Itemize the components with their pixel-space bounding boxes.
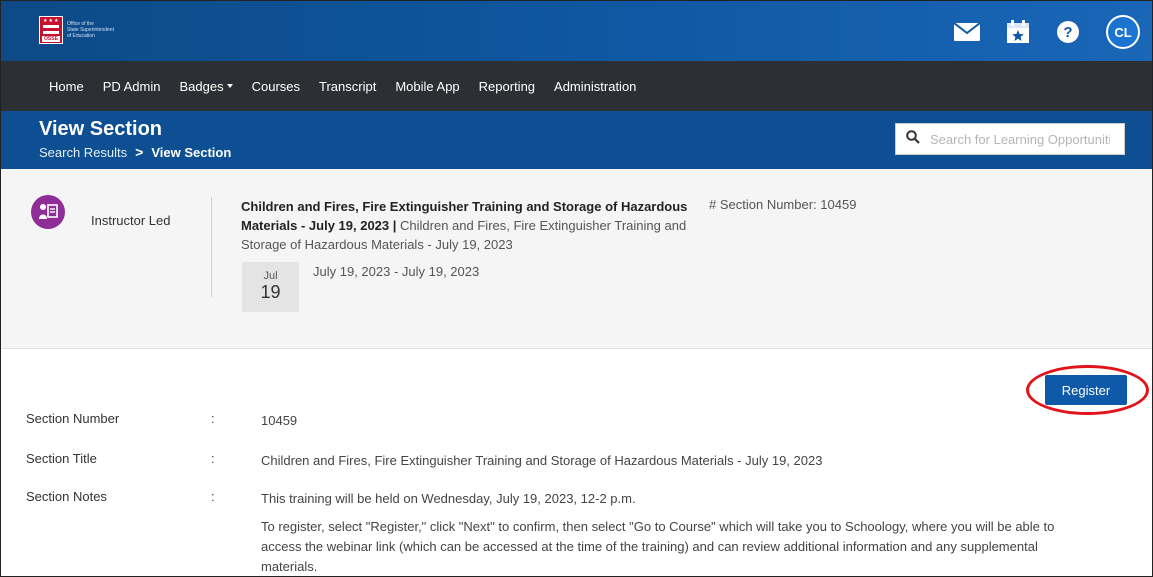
date-day: 19	[260, 282, 281, 302]
detail-value: Children and Fires, Fire Extinguisher Tr…	[261, 453, 823, 468]
detail-row-section-title: Section Title : Children and Fires, Fire…	[26, 451, 1136, 489]
detail-label: Section Notes	[26, 489, 107, 504]
title-separator: |	[389, 218, 401, 233]
detail-colon: :	[211, 411, 215, 426]
page-title: View Section	[39, 118, 163, 140]
section-summary: Instructor Led Children and Fires, Fire …	[1, 169, 1152, 349]
detail-colon: :	[211, 489, 215, 504]
notes-paragraph: This training will be held on Wednesday,…	[261, 491, 636, 506]
nav-item-administration[interactable]: Administration	[554, 79, 636, 94]
logo-tag: OSSE	[42, 36, 60, 42]
search-box	[895, 123, 1125, 155]
detail-colon: :	[211, 451, 215, 466]
logo-stars: ★★★	[43, 18, 60, 24]
page-frame: ★★★ OSSE Office of the State Superintend…	[0, 0, 1153, 577]
logo-mark: ★★★ OSSE	[39, 16, 63, 44]
detail-row-section-number: Section Number : 10459	[26, 411, 1136, 451]
course-title: Children and Fires, Fire Extinguisher Tr…	[241, 197, 701, 254]
nav-item-home[interactable]: Home	[49, 79, 84, 94]
mail-icon[interactable]	[954, 23, 980, 41]
divider	[211, 197, 212, 297]
section-number-summary: # Section Number: 10459	[709, 197, 857, 212]
caret-down-icon	[226, 84, 233, 88]
brand-bar: ★★★ OSSE Office of the State Superintend…	[1, 1, 1152, 61]
breadcrumb-search-results[interactable]: Search Results	[39, 145, 127, 160]
detail-value: This training will be held on Wednesday,…	[261, 489, 1091, 576]
calendar-star-icon[interactable]	[1006, 20, 1030, 44]
nav-item-reporting[interactable]: Reporting	[479, 79, 535, 94]
search-icon	[906, 129, 920, 149]
detail-label: Section Title	[26, 451, 97, 466]
nav-item-transcript[interactable]: Transcript	[319, 79, 376, 94]
section-details: Section Number : 10459 Section Title : C…	[26, 411, 1136, 576]
svg-text:?: ?	[1063, 24, 1072, 41]
chevron-right-icon: >	[135, 144, 144, 160]
nav-item-courses[interactable]: Courses	[252, 79, 300, 94]
user-avatar[interactable]: CL	[1106, 15, 1140, 49]
search-input[interactable]	[930, 131, 1110, 147]
register-button[interactable]: Register	[1045, 375, 1127, 405]
date-month: Jul	[263, 270, 278, 282]
header-icons: ? CL	[954, 15, 1140, 49]
nav-item-badges[interactable]: Badges	[180, 79, 233, 94]
nav-item-badges-label: Badges	[179, 78, 224, 94]
detail-row-section-notes: Section Notes : This training will be he…	[26, 489, 1136, 576]
nav-item-pd-admin[interactable]: PD Admin	[103, 79, 161, 94]
main-nav: Home PD Admin Badges Courses Transcript …	[1, 61, 1152, 111]
breadcrumb-current: View Section	[151, 144, 232, 160]
page-header: View Section Search Results > View Secti…	[1, 111, 1152, 169]
osse-logo[interactable]: ★★★ OSSE Office of the State Superintend…	[39, 16, 137, 44]
detail-label: Section Number	[26, 411, 120, 426]
logo-text: Office of the State Superintendent of Ed…	[67, 21, 137, 39]
nav-item-mobile-app[interactable]: Mobile App	[395, 79, 459, 94]
course-type-label: Instructor Led	[91, 213, 171, 228]
date-range: July 19, 2023 - July 19, 2023	[313, 264, 480, 279]
help-icon[interactable]: ?	[1056, 20, 1080, 44]
instructor-led-icon	[31, 195, 65, 229]
detail-value: 10459	[261, 413, 298, 428]
notes-paragraph: To register, select "Register," click "N…	[261, 519, 1055, 574]
logo-line: of Education	[67, 33, 95, 39]
breadcrumb: Search Results > View Section	[39, 144, 231, 160]
date-badge: Jul 19	[242, 262, 299, 312]
